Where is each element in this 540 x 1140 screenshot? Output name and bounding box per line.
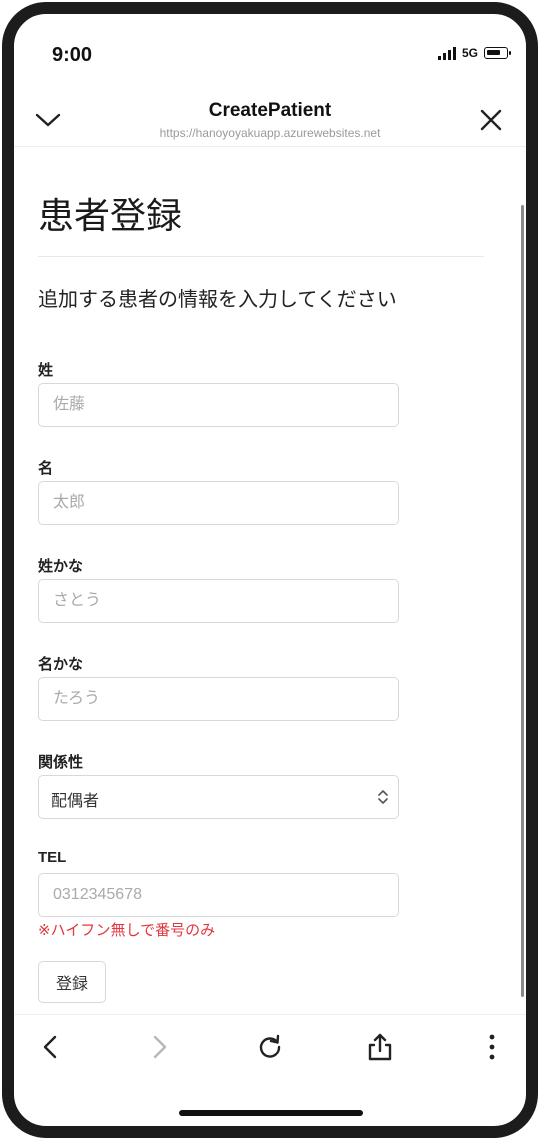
first-name-kana-input[interactable] [38,677,399,721]
page-title: 患者登録 [38,196,183,237]
network-type: 5G [461,46,478,60]
register-button[interactable]: 登録 [38,961,106,1003]
phone-frame: 9:00 5G CreatePatient https://hanoyoyaku… [2,2,538,1138]
scrollbar[interactable] [521,205,524,997]
share-icon[interactable] [360,1027,400,1067]
status-time: 9:00 [52,44,93,66]
page-tab-title: CreatePatient [208,100,332,121]
browser-header: CreatePatient https://hanoyoyakuapp.azur… [14,96,526,147]
relationship-selected-value: 配偶者 [51,791,100,810]
relationship-select[interactable]: 配偶者 [38,775,399,819]
page-content[interactable]: 患者登録 追加する患者の情報を入力してください 姓 名 姓かな 名かな 関係性 … [14,147,526,1013]
status-bar: 9:00 5G [14,14,526,96]
status-indicators: 5G [437,46,511,60]
home-indicator[interactable] [179,1110,363,1116]
last-name-kana-input[interactable] [38,579,399,623]
title-divider [38,256,484,257]
last-name-kana-label: 姓かな [38,557,84,575]
tel-input[interactable] [38,873,399,917]
close-icon[interactable] [473,102,509,138]
reload-icon[interactable] [250,1027,290,1067]
back-icon[interactable] [30,1027,70,1067]
tel-hint: ※ハイフン無しで番号のみ [38,921,216,939]
signal-icon [437,46,456,60]
page-url: https://hanoyoyakuapp.azurewebsites.net [159,126,381,140]
page-subtitle: 追加する患者の情報を入力してください [38,287,397,311]
chevron-down-icon[interactable] [30,102,66,138]
battery-icon [484,47,511,59]
first-name-kana-label: 名かな [38,655,84,673]
select-arrows-icon [378,790,388,804]
forward-icon[interactable] [140,1027,180,1067]
tel-label: TEL [38,849,67,866]
relationship-label: 関係性 [38,753,84,771]
first-name-input[interactable] [38,481,399,525]
last-name-input[interactable] [38,383,399,427]
browser-toolbar [14,1014,526,1079]
last-name-label: 姓 [38,361,54,379]
first-name-label: 名 [38,459,54,477]
more-icon[interactable] [472,1027,512,1067]
